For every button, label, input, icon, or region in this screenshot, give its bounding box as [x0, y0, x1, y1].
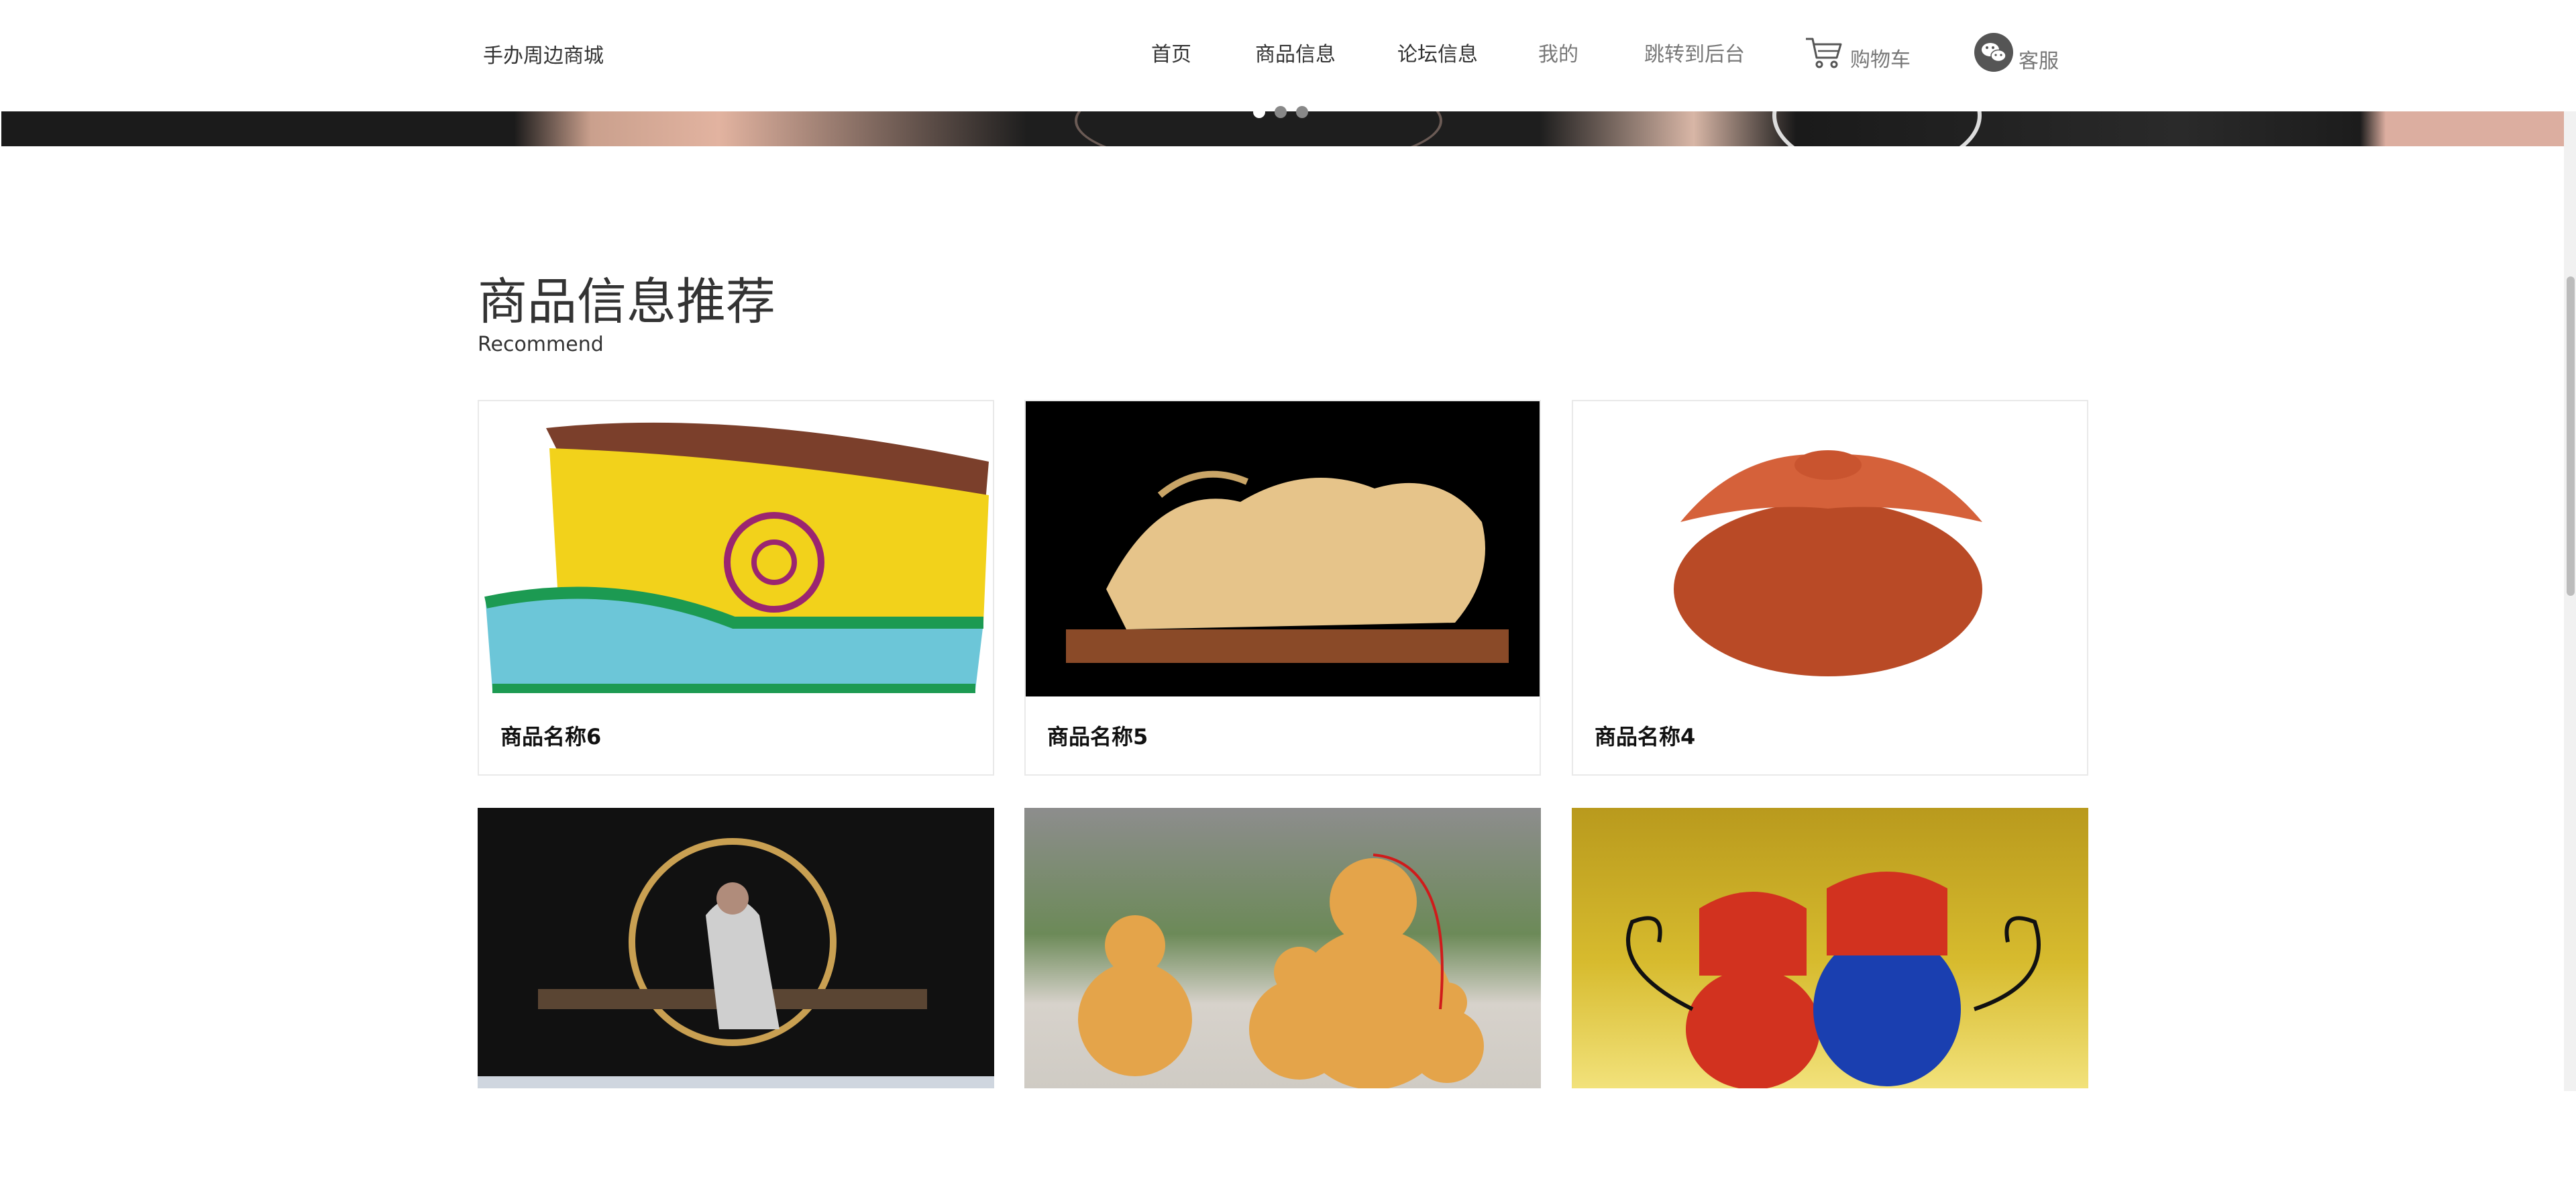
product-image-mongolian-hat[interactable] [479, 401, 993, 696]
wechat-icon [1974, 33, 2013, 72]
cart-label: 购物车 [1850, 48, 1911, 72]
carousel-dot-3[interactable] [1296, 106, 1308, 118]
product-card[interactable]: 商品名称6 [478, 400, 994, 776]
cart-icon [1806, 38, 1842, 68]
carousel-dot-2[interactable] [1275, 106, 1287, 118]
product-name[interactable]: 商品名称4 [1573, 696, 2087, 774]
product-card[interactable] [478, 808, 994, 1088]
main-nav: 首页 商品信息 论坛信息 我的 跳转到后台 [0, 38, 2576, 78]
carousel-indicators [1253, 106, 1308, 118]
section-subtitle: Recommend [478, 333, 604, 356]
product-card[interactable]: 商品名称5 [1024, 400, 1541, 776]
scrollbar-track[interactable] [2564, 111, 2576, 1091]
product-card[interactable] [1024, 808, 1541, 1088]
nav-forum[interactable]: 论坛信息 [1397, 38, 1478, 67]
carousel-dot-1[interactable] [1253, 106, 1265, 118]
product-name[interactable]: 商品名称6 [479, 696, 993, 774]
product-image-incense-figure[interactable] [478, 808, 994, 1088]
product-image-amber-pot[interactable] [1573, 401, 2087, 696]
section-title: 商品信息推荐 [478, 273, 775, 331]
scrollbar-thumb[interactable] [2567, 276, 2575, 596]
product-card[interactable]: 商品名称4 [1572, 400, 2088, 776]
nav-goods[interactable]: 商品信息 [1255, 38, 1336, 67]
header: 手办周边商城 首页 商品信息 论坛信息 我的 跳转到后台 购物车 客服 [0, 0, 2576, 111]
nav-home[interactable]: 首页 [1151, 38, 1191, 67]
product-image-gourds[interactable] [1024, 808, 1541, 1088]
product-image-tiger-figurines[interactable] [1572, 808, 2088, 1088]
customer-service-button[interactable]: 客服 [1974, 31, 2059, 74]
cart-button[interactable]: 购物车 [1805, 32, 1911, 72]
product-image-carved-dragon[interactable] [1026, 401, 1540, 696]
service-label: 客服 [2019, 50, 2059, 73]
banner-decoration [1772, 111, 1982, 146]
product-name[interactable]: 商品名称5 [1026, 696, 1540, 774]
nav-mine[interactable]: 我的 [1538, 38, 1578, 67]
nav-admin[interactable]: 跳转到后台 [1644, 38, 1745, 67]
product-card[interactable] [1572, 808, 2088, 1088]
